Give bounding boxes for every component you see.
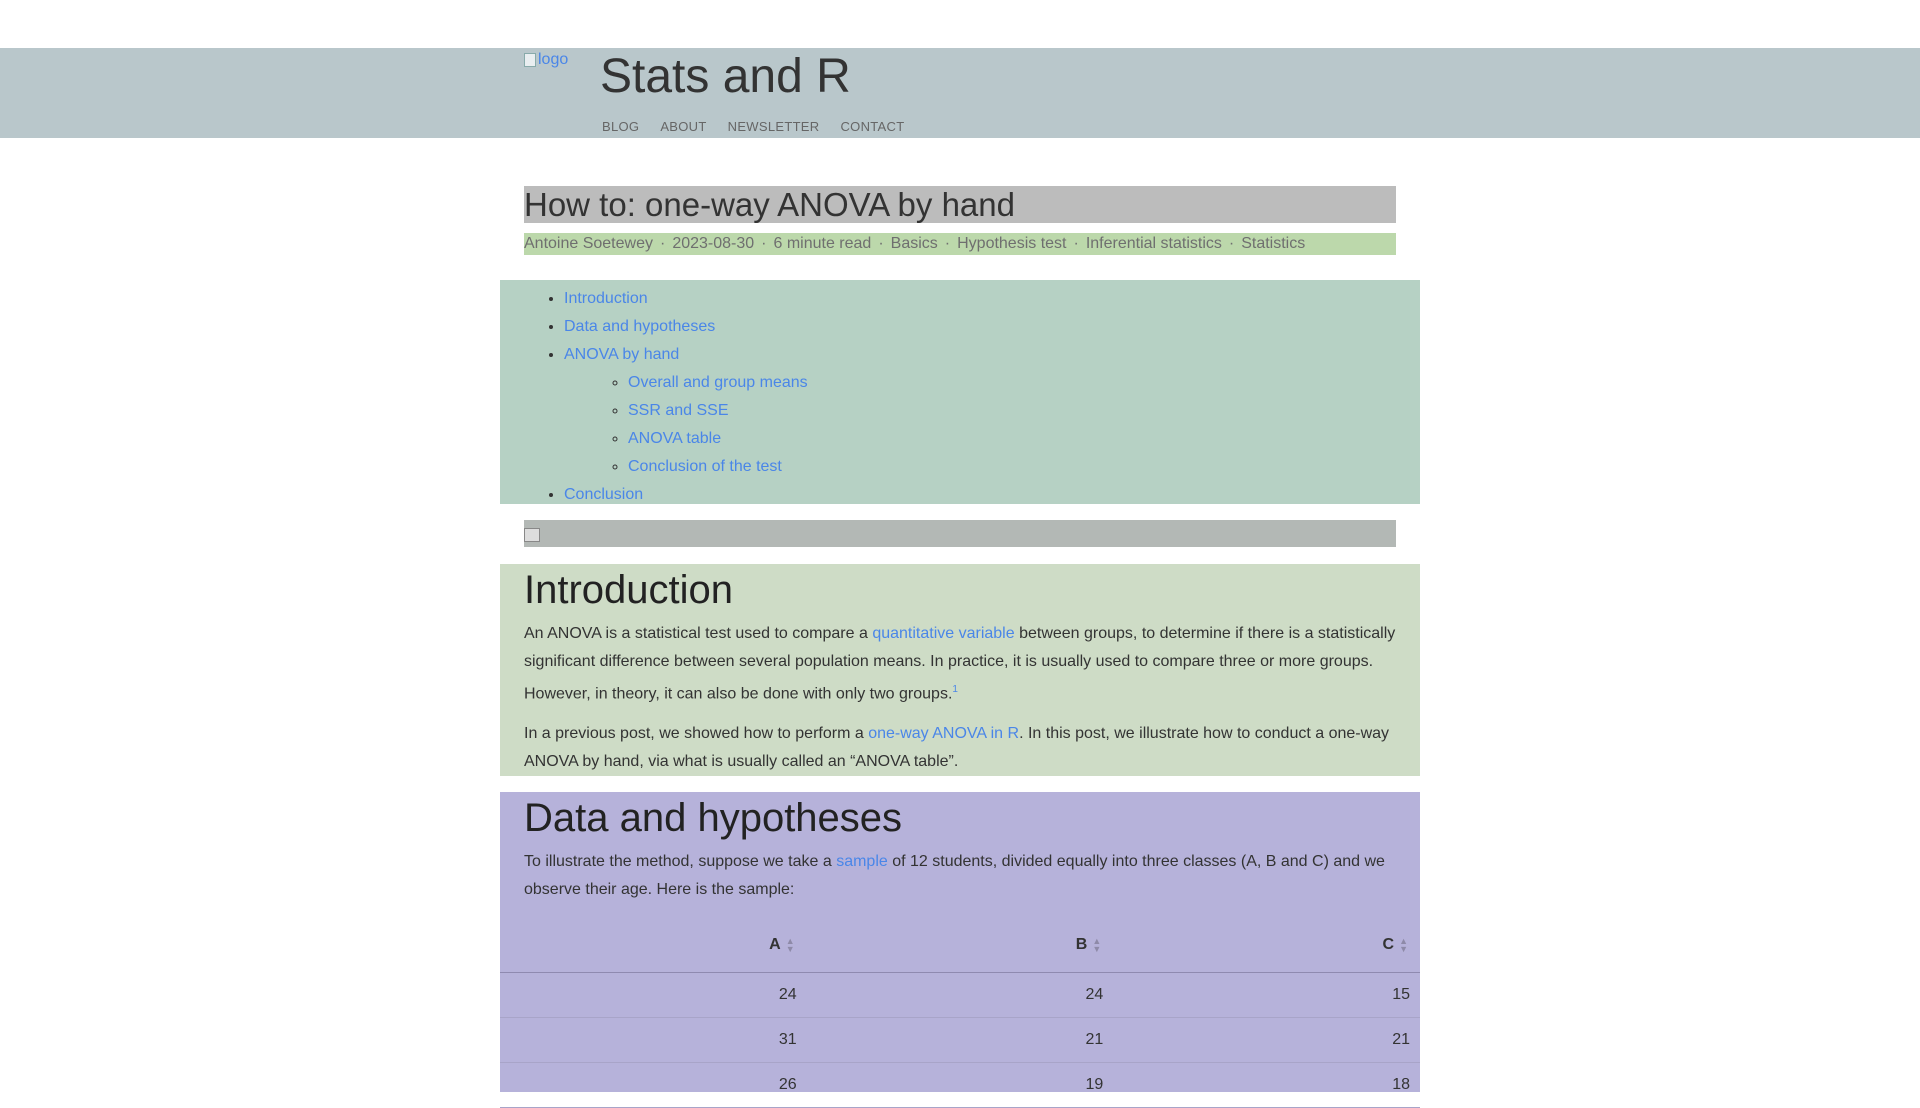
separator: · (761, 235, 767, 252)
post-meta: Antoine Soetewey · 2023-08-30 · 6 minute rea… (524, 233, 1396, 255)
logo-link[interactable]: logo (524, 51, 568, 69)
introduction-paragraph-2: In a previous post, we showed how to per… (524, 720, 1396, 776)
toc-link-overall-and-group-means[interactable]: Overall and group means (628, 374, 808, 391)
column-header-c[interactable]: C ▲ ▼ (1113, 918, 1420, 973)
table-row: 26 19 18 (500, 1062, 1420, 1108)
table-header-row: A ▲ ▼ B ▲ ▼ C ▲ ▼ (500, 918, 1420, 973)
text: To illustrate the method, suppose we tak… (524, 853, 837, 870)
post-title: How to: one-way ANOVA by hand (524, 186, 1396, 223)
separator: · (659, 235, 666, 252)
table-row: 24 24 15 (500, 972, 1420, 1018)
table-cell: 21 (806, 1017, 1114, 1063)
sample-link[interactable]: sample (836, 853, 888, 870)
data-and-hypotheses-section: Data and hypotheses To illustrate the me… (500, 792, 1420, 1108)
nav-blog[interactable]: BLOG (602, 119, 639, 134)
author: Antoine Soetewey (524, 235, 653, 252)
text: An ANOVA is a statistical test used to c… (524, 625, 873, 642)
column-header-a[interactable]: A ▲ ▼ (500, 918, 807, 973)
text: In a previous post, we showed how to per… (524, 725, 869, 742)
column-label: B (1075, 936, 1088, 953)
broken-image-icon (524, 53, 536, 67)
toc-link-introduction[interactable]: Introduction (564, 290, 648, 307)
nav-newsletter[interactable]: NEWSLETTER (728, 119, 820, 134)
site-title[interactable]: Stats and R (600, 48, 851, 106)
toc-link-conclusion[interactable]: Conclusion (564, 486, 643, 503)
toc-link-conclusion-of-the-test[interactable]: Conclusion of the test (628, 458, 782, 475)
introduction-paragraph-1: An ANOVA is a statistical test used to c… (524, 620, 1396, 708)
footnote-link[interactable]: 1 (952, 684, 958, 695)
data-paragraph: To illustrate the method, suppose we tak… (524, 848, 1396, 904)
introduction-section: Introduction An ANOVA is a statistical t… (500, 564, 1420, 776)
toc-link-anova-table[interactable]: ANOVA table (628, 430, 721, 447)
separator: · (1228, 235, 1235, 252)
tag-link[interactable]: Statistics (1241, 235, 1305, 252)
toc-link-data-and-hypotheses[interactable]: Data and hypotheses (564, 318, 715, 335)
logo-alt-text: logo (538, 51, 569, 68)
table-row: 31 21 21 (500, 1017, 1420, 1063)
sort-icon[interactable]: ▲ ▼ (785, 936, 795, 953)
nav-contact[interactable]: CONTACT (840, 119, 904, 134)
tag-link[interactable]: Inferential statistics (1086, 235, 1222, 252)
sort-icon[interactable]: ▲ ▼ (1091, 936, 1101, 953)
sort-icon[interactable]: ▲ ▼ (1398, 936, 1408, 953)
read-time: 6 minute read (773, 235, 872, 252)
data-and-hypotheses-heading: Data and hypotheses (524, 796, 903, 840)
tag-link[interactable]: Basics (891, 235, 938, 252)
post-date: 2023-08-30 (672, 235, 755, 252)
table-cell: 21 (1113, 1017, 1420, 1063)
table-cell: 26 (500, 1062, 807, 1108)
main-nav: BLOG ABOUT NEWSLETTER CONTACT (602, 119, 925, 134)
separator: · (1073, 235, 1079, 252)
table-cell: 31 (500, 1017, 807, 1063)
table-cell: 15 (1113, 972, 1420, 1018)
table-of-contents: Introduction Data and hypotheses ANOVA b… (500, 280, 1420, 504)
table-cell: 24 (806, 972, 1114, 1018)
nav-about[interactable]: ABOUT (660, 119, 706, 134)
table-cell: 19 (806, 1062, 1114, 1108)
featured-image (524, 520, 1396, 547)
toc-link-anova-by-hand[interactable]: ANOVA by hand (564, 346, 679, 363)
broken-image-icon (524, 528, 540, 542)
quantitative-variable-link[interactable]: quantitative variable (872, 625, 1014, 642)
separator: · (878, 235, 884, 252)
introduction-heading: Introduction (524, 568, 734, 612)
separator: · (944, 235, 951, 252)
table-cell: 18 (1113, 1062, 1420, 1108)
toc-link-ssr-and-sse[interactable]: SSR and SSE (628, 402, 729, 419)
one-way-anova-in-r-link[interactable]: one-way ANOVA in R (868, 725, 1019, 742)
column-label: A (769, 936, 781, 953)
table-cell: 24 (500, 972, 807, 1018)
column-label: C (1382, 936, 1394, 953)
tag-link[interactable]: Hypothesis test (957, 235, 1066, 252)
column-header-b[interactable]: B ▲ ▼ (806, 918, 1114, 973)
site-header (0, 48, 1920, 138)
